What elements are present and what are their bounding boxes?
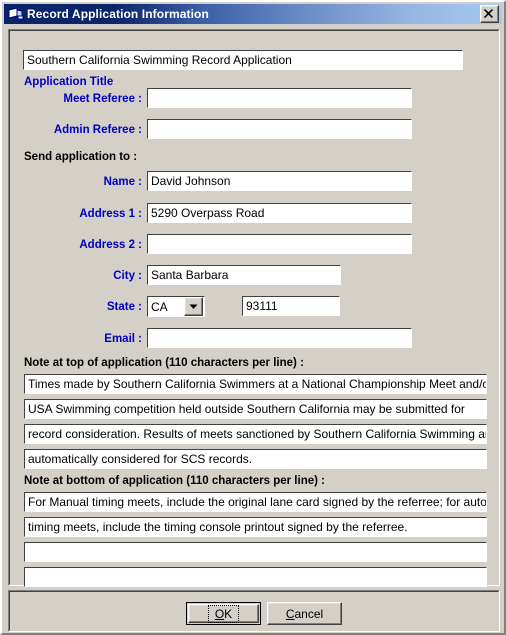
- zip-input[interactable]: 93111: [242, 296, 340, 316]
- ok-button-label: OK: [214, 606, 233, 621]
- note-top-line-1-value: Times made by Southern California Swimme…: [28, 377, 486, 391]
- note-bottom-line-1-value: For Manual timing meets, include the ori…: [28, 495, 486, 509]
- vb-form-icon: [8, 7, 24, 21]
- admin-referee-input[interactable]: [147, 119, 412, 139]
- state-select[interactable]: CA: [147, 296, 205, 317]
- note-bottom-line-2-value: timing meets, include the timing console…: [28, 520, 408, 534]
- name-label: Name :: [103, 176, 142, 188]
- city-input[interactable]: Santa Barbara: [147, 265, 341, 285]
- note-top-line-4[interactable]: automatically considered for SCS records…: [24, 449, 487, 469]
- chevron-down-icon[interactable]: [184, 297, 203, 316]
- ok-button-face: OK: [188, 604, 259, 623]
- cancel-button-label: Cancel: [285, 606, 324, 621]
- note-bottom-heading: Note at bottom of application (110 chara…: [24, 475, 325, 487]
- dialog-button-bar: OK Cancel: [8, 590, 500, 632]
- close-icon[interactable]: [480, 5, 499, 23]
- cancel-button[interactable]: Cancel: [267, 602, 342, 625]
- state-label: State :: [106, 301, 142, 313]
- name-input[interactable]: David Johnson: [147, 171, 412, 191]
- note-bottom-line-2[interactable]: timing meets, include the timing console…: [24, 517, 487, 537]
- note-bottom-line-1[interactable]: For Manual timing meets, include the ori…: [24, 492, 487, 512]
- note-top-line-2-value: USA Swimming competition held outside So…: [28, 402, 465, 416]
- note-top-line-4-value: automatically considered for SCS records…: [28, 452, 253, 466]
- city-value: Santa Barbara: [151, 268, 229, 282]
- email-field[interactable]: [147, 328, 412, 348]
- form-panel: Southern California Swimming Record Appl…: [8, 29, 500, 587]
- address1-input[interactable]: 5290 Overpass Road: [147, 203, 412, 223]
- title-bar[interactable]: Record Application Information: [4, 4, 502, 24]
- email-label: Email :: [104, 333, 142, 345]
- application-title-value: Southern California Swimming Record Appl…: [27, 53, 292, 67]
- note-bottom-line-3[interactable]: [24, 542, 487, 562]
- application-title-caption: Application Title: [24, 76, 114, 88]
- note-top-line-3[interactable]: record consideration. Results of meets s…: [24, 424, 487, 444]
- note-top-heading: Note at top of application (110 characte…: [24, 357, 304, 369]
- ok-button[interactable]: OK: [186, 602, 261, 625]
- form-panel-inner: Southern California Swimming Record Appl…: [9, 30, 499, 587]
- record-application-dialog: Record Application Information Southern …: [0, 0, 506, 635]
- zip-value: 93111: [246, 299, 278, 313]
- dialog-button-bar-inner: OK Cancel: [9, 591, 499, 631]
- address1-value: 5290 Overpass Road: [151, 206, 265, 220]
- ok-button-focus-rect: OK: [207, 604, 240, 623]
- note-bottom-line-4[interactable]: [24, 567, 487, 587]
- address1-label: Address 1 :: [79, 208, 142, 220]
- admin-referee-label: Admin Referee :: [53, 124, 142, 136]
- note-top-line-2[interactable]: USA Swimming competition held outside So…: [24, 399, 487, 419]
- application-title-input[interactable]: Southern California Swimming Record Appl…: [23, 50, 463, 70]
- name-value: David Johnson: [151, 174, 231, 188]
- city-label: City :: [113, 270, 142, 282]
- meet-referee-label: Meet Referee :: [63, 93, 142, 105]
- send-application-heading: Send application to :: [24, 151, 138, 163]
- address2-label: Address 2 :: [79, 239, 142, 251]
- window-title: Record Application Information: [27, 7, 209, 21]
- state-value: CA: [151, 299, 168, 314]
- window-inner-frame: Record Application Information Southern …: [2, 2, 504, 633]
- address2-input[interactable]: [147, 234, 412, 254]
- meet-referee-input[interactable]: [147, 88, 412, 108]
- note-top-line-1[interactable]: Times made by Southern California Swimme…: [24, 374, 487, 394]
- note-top-line-3-value: record consideration. Results of meets s…: [28, 427, 486, 441]
